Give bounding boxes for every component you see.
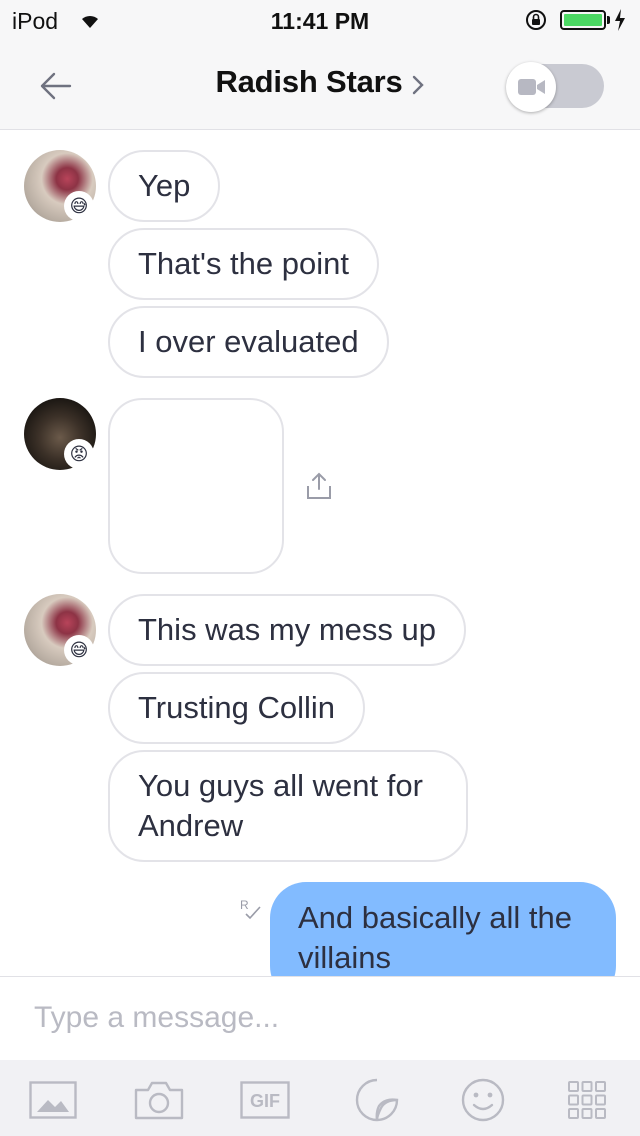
image-message-bubble[interactable] <box>108 398 284 574</box>
mood-emoji-badge: 😅 <box>64 635 94 665</box>
status-bar: iPod 11:41 PM <box>0 0 640 40</box>
gif-icon: GIF <box>240 1081 290 1119</box>
more-apps-button[interactable] <box>560 1078 614 1122</box>
nav-bar: Radish Stars <box>0 40 640 130</box>
attachment-toolbar: GIF <box>0 1060 640 1136</box>
battery-tip <box>607 16 610 24</box>
message-text: Trusting Collin <box>138 690 335 725</box>
video-camera-icon <box>518 79 545 95</box>
camera-icon <box>134 1081 184 1120</box>
share-icon[interactable] <box>306 472 332 505</box>
message-input[interactable] <box>20 993 620 1043</box>
svg-text:GIF: GIF <box>250 1091 280 1111</box>
message-composer <box>0 976 640 1060</box>
conversation-title-text: Radish Stars <box>215 64 403 99</box>
emoji-button[interactable] <box>456 1078 510 1122</box>
message-text: And basically all the villains <box>298 900 572 975</box>
message-text: That's the point <box>138 246 349 281</box>
message-text: I over evaluated <box>138 324 359 359</box>
smiley-icon <box>461 1078 505 1122</box>
message-bubble[interactable]: Yep <box>108 150 221 222</box>
outgoing-message-bubble[interactable]: And basically all the villains <box>270 882 616 976</box>
gif-button[interactable]: GIF <box>238 1078 292 1122</box>
grid-icon <box>568 1081 606 1119</box>
chat-screen: iPod 11:41 PM Radish Stars 😅 Yep That's … <box>0 0 640 1136</box>
mood-emoji-badge: 😡 <box>64 439 94 469</box>
video-chat-toggle[interactable] <box>506 62 604 112</box>
rotation-lock-icon <box>524 8 548 37</box>
battery-icon <box>560 10 606 30</box>
message-list[interactable]: 😅 Yep That's the point I over evaluated … <box>0 131 640 976</box>
camera-button[interactable] <box>132 1078 186 1122</box>
message-text: Yep <box>138 168 191 203</box>
message-bubble[interactable]: This was my mess up <box>108 594 467 666</box>
svg-text:R: R <box>240 898 249 912</box>
gallery-button[interactable] <box>26 1078 80 1122</box>
read-receipt-icon: R <box>238 897 264 928</box>
mood-emoji-badge: 😅 <box>64 191 94 221</box>
message-text: You guys all went for Andrew <box>138 768 423 843</box>
sticker-button[interactable] <box>350 1078 404 1122</box>
sticker-icon <box>355 1078 399 1122</box>
message-bubble[interactable]: I over evaluated <box>108 306 389 378</box>
message-bubble[interactable]: That's the point <box>108 228 379 300</box>
message-bubble[interactable]: You guys all went for Andrew <box>108 750 468 862</box>
gallery-icon <box>29 1081 77 1119</box>
message-text: This was my mess up <box>138 612 437 647</box>
video-toggle-knob <box>506 62 556 112</box>
charging-icon <box>614 9 626 36</box>
message-bubble[interactable]: Trusting Collin <box>108 672 365 744</box>
chevron-right-icon <box>411 74 425 101</box>
